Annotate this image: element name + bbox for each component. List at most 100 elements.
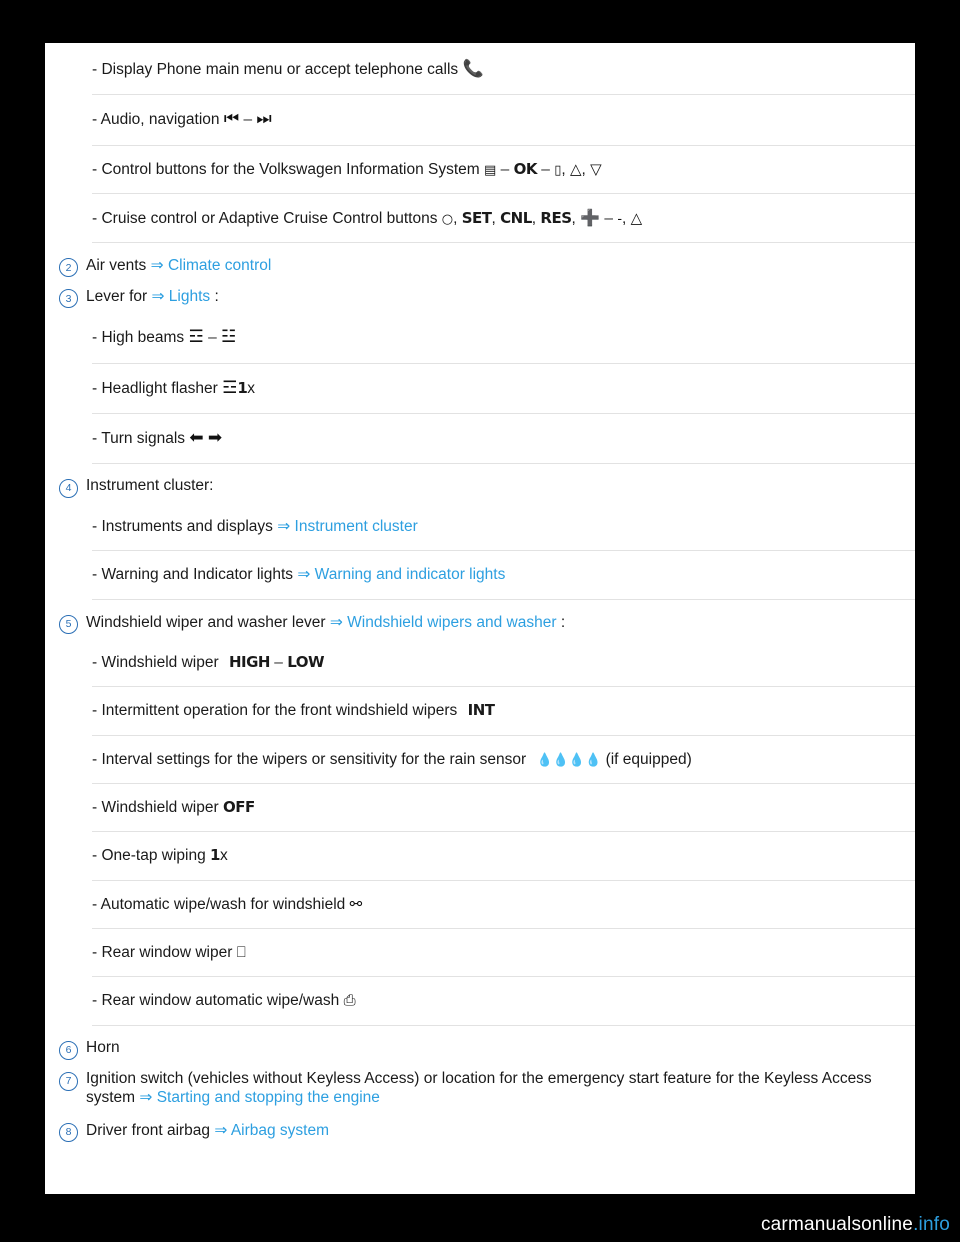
list-item-numbered: 6 Horn [59, 1034, 915, 1065]
item-text: - Intermittent operation for the front w… [92, 702, 458, 720]
item-text: Windshield wiper and washer lever [86, 613, 326, 631]
item-text-group: Horn [86, 1039, 120, 1057]
low-beam-icon: ☳ [221, 327, 237, 348]
cnl-button-icon: CNL [500, 208, 532, 227]
cross-reference-link[interactable]: Airbag system [231, 1122, 329, 1139]
site-watermark: carmanualsonline.info [761, 1214, 950, 1236]
headlight-flasher-icon: ☲ [222, 377, 238, 398]
list-item: - Instruments and displays ⇒ Instrument … [92, 503, 915, 552]
triangle-down-icon: ▽ [590, 159, 602, 178]
item-text: - High beams [92, 329, 185, 347]
rear-wiper-icon: ⎕ [236, 943, 246, 961]
one-tap-icon: 1 [210, 846, 220, 865]
item-number: 8 [59, 1122, 78, 1142]
arrow-icon: ⇒ [214, 1121, 228, 1139]
item-text: - Interval settings for the wipers or se… [92, 750, 527, 768]
rear-wash-icon: ⎙ [343, 991, 356, 1010]
list-item-numbered: 5 Windshield wiper and washer lever ⇒ Wi… [59, 608, 915, 639]
rain-drops-icon: 💧💧💧💧 [536, 752, 602, 768]
cross-reference-link[interactable]: Warning and indicator lights [315, 566, 506, 583]
item-text: - Control buttons for the Volkswagen Inf… [92, 160, 480, 178]
list-item: - Rear window automatic wipe/wash ⎙ [92, 977, 915, 1026]
list-item: - Intermittent operation for the front w… [92, 687, 915, 736]
arrow-icon: ⇒ [329, 613, 343, 631]
arrow-icon: ⇒ [139, 1088, 153, 1106]
list-item: - Warning and Indicator lights ⇒ Warning… [92, 551, 915, 600]
wiper-high-icon: HIGH [228, 652, 271, 671]
watermark-text: carmanualsonline [760, 1214, 914, 1235]
item-text: Instrument cluster: [86, 477, 214, 494]
list-item-numbered: 7 Ignition switch (vehicles without Keyl… [59, 1065, 915, 1112]
cruise-speed-icon: ○ [441, 211, 454, 227]
item-text: - Windshield wiper [92, 798, 219, 816]
item-text-group: Driver front airbag ⇒ Airbag system [86, 1121, 329, 1140]
comma: , [453, 209, 458, 227]
item-number: 2 [59, 258, 78, 278]
cross-reference-link[interactable]: Instrument cluster [295, 518, 418, 535]
high-beam-icon: ☲ [188, 327, 204, 348]
dash-separator: – [274, 653, 283, 671]
comma: , [561, 160, 566, 178]
dash-separator: – [500, 160, 510, 178]
list-item-numbered: 8 Driver front airbag ⇒ Airbag system [59, 1116, 915, 1147]
front-wash-icon: ⚯ [349, 894, 363, 913]
plus-icon: ➕ [580, 207, 601, 227]
set-button-icon: SET [461, 208, 492, 227]
x-label: x [219, 847, 228, 865]
item-number: 3 [59, 289, 78, 309]
list-item: - Rear window wiper ⎕ [92, 929, 915, 978]
distance-icon: △ [630, 208, 643, 227]
list-item: - Audio, navigation ⏮ – ⏭ [92, 95, 915, 146]
phone-handset-icon: 📞 [462, 59, 484, 79]
ok-button-icon: OK [513, 159, 538, 178]
res-button-icon: RES [540, 208, 572, 227]
wiper-low-icon: LOW [287, 652, 325, 671]
item-text-tail: (if equipped) [605, 750, 692, 768]
item-text: Air vents [86, 257, 147, 275]
turn-signal-right-icon: ➡ [207, 427, 223, 448]
comma: , [531, 209, 537, 227]
watermark-suffix: .info [913, 1214, 950, 1235]
item-text: Driver front airbag [86, 1121, 211, 1139]
cross-reference-link[interactable]: Climate control [168, 257, 271, 274]
item-text: Lever for [86, 288, 148, 306]
item-text-group: Lever for ⇒ Lights : [86, 287, 219, 306]
cross-reference-link[interactable]: Lights [169, 288, 210, 305]
list-item: - Automatic wipe/wash for windshield ⚯ [92, 881, 915, 929]
list-item: - High beams ☲ – ☳ [92, 313, 915, 364]
item-text: - Turn signals [92, 429, 186, 447]
item-text-suffix: : [560, 613, 566, 631]
item-text: Horn [86, 1038, 120, 1056]
list-item-numbered: 2 Air vents ⇒ Climate control [59, 251, 915, 282]
cross-reference-link[interactable]: Windshield wipers and washer [347, 614, 556, 631]
triangle-up-icon: △ [569, 159, 582, 178]
item-text: - Headlight flasher [92, 379, 218, 397]
list-item: - Interval settings for the wipers or se… [92, 736, 915, 784]
item-text: - Cruise control or Adaptive Cruise Cont… [92, 209, 438, 227]
skip-next-icon: ⏭ [256, 109, 272, 130]
cross-reference-link[interactable]: Starting and stopping the engine [157, 1089, 380, 1106]
wiper-int-icon: INT [467, 701, 495, 720]
dash-separator: – [604, 209, 614, 227]
document-page: - Display Phone main menu or accept tele… [45, 43, 915, 1194]
list-item: - Windshield wiper OFF [92, 784, 915, 833]
item-text-group: Air vents ⇒ Climate control [86, 256, 271, 275]
one-x-label: 1 [237, 378, 248, 397]
item-number: 6 [59, 1040, 78, 1060]
skip-previous-icon: ⏮ [223, 109, 240, 130]
item-text-group: Ignition switch (vehicles without Keyles… [59, 1070, 915, 1107]
list-item-numbered: 3 Lever for ⇒ Lights : [59, 282, 915, 313]
list-item-numbered: 4 Instrument cluster: [59, 472, 915, 503]
item-text: - Rear window automatic wipe/wash [92, 992, 340, 1010]
list-item: - Cruise control or Adaptive Cruise Cont… [92, 194, 915, 244]
item-number: 5 [59, 614, 78, 634]
list-item: - Display Phone main menu or accept tele… [92, 43, 915, 96]
item-text-suffix: : [214, 288, 219, 306]
list-item: - One-tap wiping 1x [92, 832, 915, 881]
arrow-icon: ⇒ [277, 518, 291, 535]
item-text: - Warning and Indicator lights [92, 566, 294, 584]
dash-separator: – [208, 329, 217, 347]
item-text: - Audio, navigation [92, 111, 220, 129]
list-item: - Headlight flasher ☲1x [92, 364, 915, 414]
item-text: - Rear window wiper [92, 944, 233, 961]
